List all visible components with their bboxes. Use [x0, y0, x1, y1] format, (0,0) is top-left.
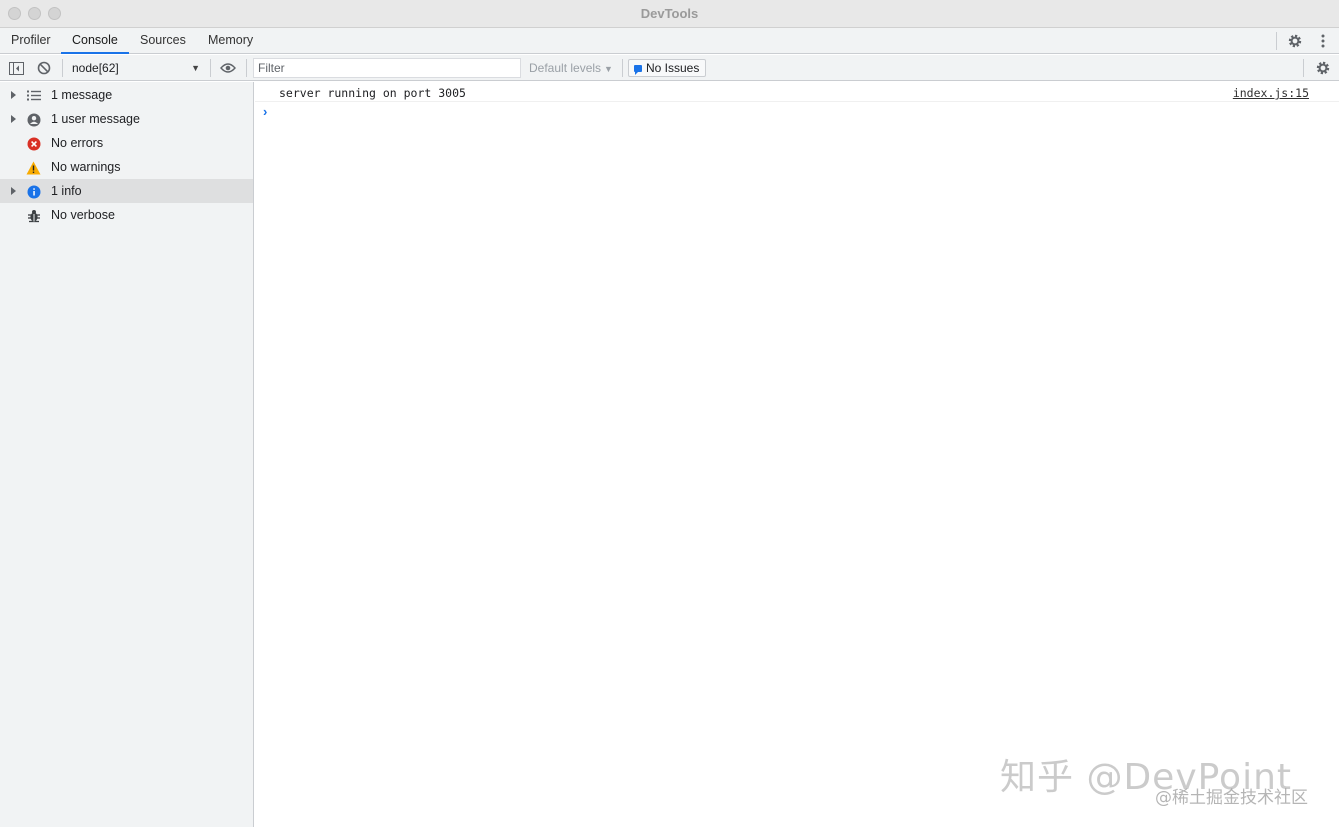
window-title: DevTools — [640, 6, 699, 21]
toolbar-divider — [246, 59, 247, 77]
console-toolbar: node[62] ▼ Default levels▼ No Issues — [0, 55, 1339, 81]
issue-message-icon — [634, 64, 642, 75]
console-message-row[interactable]: server running on port 3005 index.js:15 — [255, 82, 1339, 102]
watermark-subtitle: @稀土掘金技术社区 — [1155, 788, 1308, 808]
sidebar-item-verbose[interactable]: No verbose — [0, 203, 253, 227]
log-levels-dropdown[interactable]: Default levels ▼ — [529, 58, 613, 78]
tab-profiler[interactable]: Profiler — [0, 28, 62, 54]
sidebar-item-label: No errors — [51, 136, 104, 150]
sidebar-item-warnings[interactable]: No warnings — [0, 155, 253, 179]
console-output[interactable]: server running on port 3005 index.js:15 … — [255, 82, 1339, 827]
toolbar-divider — [622, 59, 623, 77]
chevron-down-icon: ▼ — [191, 63, 200, 73]
panel-tabbar: Profiler Console Sources Memory — [0, 28, 1339, 54]
issues-label: No Issues — [646, 61, 700, 75]
error-icon — [26, 136, 41, 151]
expand-triangle-icon[interactable] — [11, 115, 16, 123]
sidebar-item-user-messages[interactable]: 1 user message — [0, 107, 253, 131]
sidebar-item-info[interactable]: 1 info — [0, 179, 253, 203]
prompt-chevron-icon: › — [263, 104, 268, 119]
user-icon — [26, 112, 41, 127]
sidebar-item-messages[interactable]: 1 message — [0, 83, 253, 107]
warning-icon — [26, 160, 41, 175]
info-icon — [26, 184, 41, 199]
filter-input[interactable] — [253, 58, 521, 78]
console-prompt[interactable]: › — [255, 103, 1339, 121]
tab-memory[interactable]: Memory — [197, 28, 264, 54]
console-message-text: server running on port 3005 — [279, 86, 466, 100]
window-titlebar: DevTools — [0, 0, 1339, 28]
sidebar-item-label: 1 info — [51, 184, 82, 198]
console-message-source-link[interactable]: index.js:15 — [1233, 86, 1309, 100]
sidebar-item-label: 1 user message — [51, 112, 140, 126]
toggle-sidebar-icon[interactable] — [6, 58, 26, 78]
clear-console-icon[interactable] — [34, 58, 54, 78]
sidebar-item-label: 1 message — [51, 88, 113, 102]
settings-icon[interactable] — [1285, 31, 1305, 51]
more-options-icon[interactable] — [1313, 31, 1333, 51]
toolbar-divider — [210, 59, 211, 77]
expand-triangle-icon[interactable] — [11, 91, 16, 99]
expand-triangle-icon[interactable] — [11, 187, 16, 195]
sidebar-item-label: No warnings — [51, 160, 121, 174]
log-levels-label: Default levels — [529, 61, 602, 75]
list-icon — [26, 88, 41, 103]
bug-icon — [26, 208, 41, 223]
toolbar-divider — [62, 59, 63, 77]
tab-sources[interactable]: Sources — [129, 28, 197, 54]
sidebar-item-label: No verbose — [51, 208, 115, 222]
context-selector[interactable]: node[62] ▼ — [66, 58, 206, 78]
issues-button[interactable]: No Issues — [628, 59, 707, 77]
console-sidebar: 1 message 1 user message No errors No wa… — [0, 82, 254, 827]
toolbar-divider — [1303, 59, 1304, 77]
chevron-down-icon: ▼ — [604, 64, 613, 74]
context-selector-label: node[62] — [72, 61, 119, 75]
tab-console[interactable]: Console — [61, 28, 129, 54]
tabbar-divider — [1276, 32, 1277, 50]
console-settings-icon[interactable] — [1313, 58, 1333, 78]
sidebar-item-errors[interactable]: No errors — [0, 131, 253, 155]
live-expression-eye-icon[interactable] — [218, 58, 238, 78]
